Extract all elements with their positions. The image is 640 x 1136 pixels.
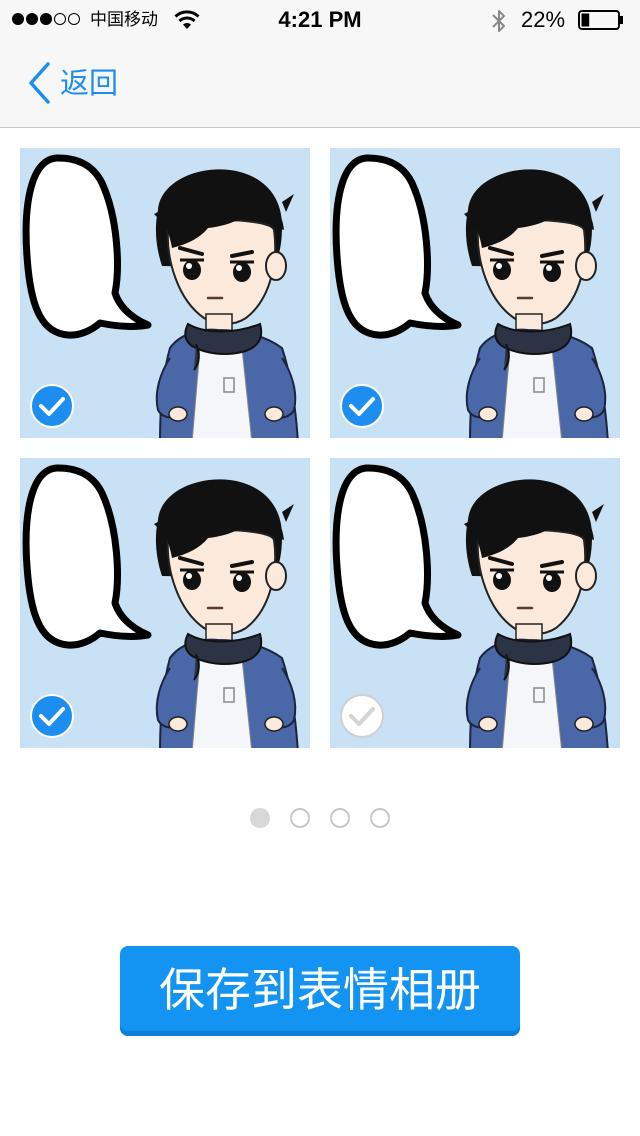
page-indicator xyxy=(250,808,390,828)
status-bar: 中国移动 4:21 PM 22% xyxy=(0,0,640,40)
sticker-item[interactable] xyxy=(330,458,620,748)
page-dot[interactable] xyxy=(290,808,310,828)
sticker-item[interactable] xyxy=(330,148,620,438)
sticker-item[interactable] xyxy=(20,148,310,438)
page-dot[interactable] xyxy=(330,808,350,828)
bluetooth-icon xyxy=(492,10,505,32)
back-label: 返回 xyxy=(60,66,119,100)
chevron-left-icon xyxy=(29,62,50,104)
page-dot[interactable] xyxy=(250,808,270,828)
page-dot[interactable] xyxy=(370,808,390,828)
battery-icon xyxy=(578,10,623,30)
sticker-item[interactable] xyxy=(20,458,310,748)
checkmark-icon[interactable] xyxy=(340,384,384,428)
checkmark-icon[interactable] xyxy=(30,694,74,738)
checkmark-icon[interactable] xyxy=(30,384,74,428)
back-button[interactable]: 返回 xyxy=(26,60,118,106)
save-to-sticker-album-button[interactable]: 保存到表情相册 xyxy=(120,946,520,1036)
navigation-bar: 返回 xyxy=(0,40,640,128)
checkmark-icon[interactable] xyxy=(340,694,384,738)
battery-percentage: 22% xyxy=(521,7,566,32)
